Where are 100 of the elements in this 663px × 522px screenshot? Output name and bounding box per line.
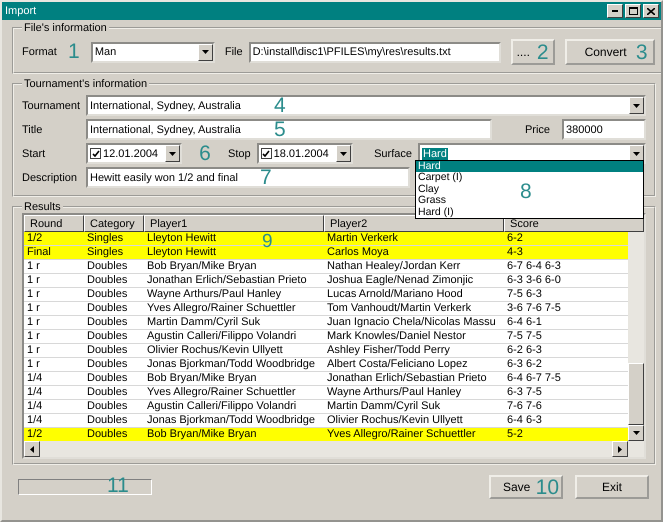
table-cell: 6-7 6-4 6-3 <box>507 260 561 272</box>
callout-number: 8 <box>520 181 532 203</box>
table-cell: Jonathan Erlich/Sebastian Prieto <box>147 274 307 286</box>
table-cell: 6-3 3-6 6-0 <box>507 274 561 286</box>
table-row[interactable]: 1 r Doubles Jonathan Erlich/Sebastian Prieto Joshua Eagle/Nenad Zimonjic 6-3 3-6 6-0 <box>24 274 628 288</box>
table-cell: Wayne Arthurs/Paul Hanley <box>147 288 282 300</box>
table-cell: 1 r <box>27 260 40 272</box>
left-arrow-icon <box>30 446 34 452</box>
file-path-field[interactable]: D:\install\disc1\PFILES\my\res\results.txt <box>248 42 501 62</box>
column-header[interactable]: Player1 <box>144 215 324 232</box>
dropdown-option[interactable]: Clay <box>416 184 442 196</box>
table-cell: Lleyton Hewitt <box>147 246 216 258</box>
dropdown-option[interactable]: Hard <box>416 161 643 172</box>
table-row[interactable]: 1 r Doubles Agustin Calleri/Filippo Volandri Mark Knowles/Daniel Nestor 7-5 7-5 <box>24 330 628 344</box>
price-field[interactable]: 380000 <box>562 119 646 140</box>
minimize-button[interactable] <box>607 4 623 18</box>
table-row[interactable]: 1/4 Doubles Yves Allegro/Rainer Schuettler Wayne Arthurs/Paul Hanley 6-3 7-5 <box>24 386 628 400</box>
table-cell: 1 r <box>27 288 40 300</box>
group-title: Results <box>23 201 62 213</box>
table-cell: Juan Ignacio Chela/Nicolas Massu <box>327 316 496 328</box>
callout-number: 4 <box>274 95 286 117</box>
callout-number: 3 <box>636 42 648 64</box>
exit-button[interactable]: Exit <box>575 475 649 499</box>
group-title: File's information <box>23 22 108 34</box>
table-cell: Carlos Moya <box>327 246 389 258</box>
maximize-icon <box>628 7 638 15</box>
convert-button[interactable]: Convert 3 <box>564 39 655 65</box>
description-field[interactable]: Hewitt easily won 1/2 and final 7 <box>86 167 410 188</box>
callout-number: 11 <box>107 475 129 497</box>
tournament-dropdown[interactable]: International, Sydney, Australia 4 <box>86 95 646 116</box>
dropdown-option[interactable]: Carpet (I) <box>416 172 464 184</box>
price-label: Price <box>524 124 550 136</box>
table-row[interactable]: 1 r Doubles Olivier Rochus/Kevin Ullyett Ashley Fisher/Todd Perry 6-2 6-3 <box>24 344 628 358</box>
dropdown-option[interactable]: Grass <box>416 195 448 207</box>
close-button[interactable] <box>643 4 659 18</box>
table-row[interactable]: 1 r Doubles Wayne Arthurs/Paul Hanley Lucas Arnold/Mariano Hood 7-5 6-3 <box>24 288 628 302</box>
down-arrow-icon <box>202 50 209 54</box>
down-arrow-icon <box>633 152 640 156</box>
table-cell: Martin Damm/Cyril Suk <box>327 400 440 412</box>
table-row[interactable]: Final Singles Lleyton Hewitt Carlos Moya 4-3 <box>24 246 628 260</box>
browse-button[interactable]: .... 2 <box>510 39 555 65</box>
table-row[interactable]: 1/4 Doubles Bob Bryan/Mike Bryan Jonathan Erlich/Sebastian Prieto 6-4 6-7 7-5 <box>24 372 628 386</box>
dropdown-option[interactable]: Hard (I) <box>416 206 456 218</box>
table-cell: 3-6 7-6 7-5 <box>507 302 561 314</box>
table-cell: Mark Knowles/Daniel Nestor <box>327 330 466 342</box>
table-row[interactable]: 1 r Doubles Yves Allegro/Rainer Schuettler Tom Vanhoudt/Martin Verkerk 3-6 7-6 7-5 <box>24 302 628 316</box>
table-cell: Jonas Bjorkman/Todd Woodbridge <box>147 358 315 370</box>
table-cell: Jonathan Erlich/Sebastian Prieto <box>327 372 487 384</box>
table-cell: Joshua Eagle/Nenad Zimonjic <box>327 274 474 286</box>
description-label: Description <box>22 172 78 184</box>
table-cell: 1 r <box>27 316 40 328</box>
date-picker[interactable]: 12.01.2004 <box>86 143 182 164</box>
table-cell: Singles <box>87 232 124 244</box>
table-row[interactable]: 1 r Doubles Bob Bryan/Mike Bryan Nathan Healey/Jordan Kerr 6-7 6-4 6-3 <box>24 260 628 274</box>
format-dropdown[interactable]: Man <box>90 42 215 62</box>
table-cell: Doubles <box>87 330 128 342</box>
dropdown-button[interactable] <box>165 145 180 162</box>
vertical-scrollbar[interactable] <box>628 232 644 441</box>
group-title: Tournament's information <box>23 78 148 90</box>
table-cell: 1 r <box>27 344 40 356</box>
table-row[interactable]: 1 r Doubles Martin Damm/Cyril Suk Juan Ignacio Chela/Nicolas Massu 6-4 6-1 <box>24 316 628 330</box>
date-checkbox[interactable] <box>90 148 101 159</box>
title-field[interactable]: International, Sydney, Australia 5 <box>86 119 492 140</box>
table-cell: Doubles <box>87 302 128 314</box>
horizontal-scrollbar[interactable] <box>24 441 644 457</box>
right-arrow-icon <box>618 446 622 452</box>
dropdown-button[interactable] <box>629 97 644 114</box>
table-cell: Doubles <box>87 260 128 272</box>
check-icon <box>262 150 270 158</box>
table-row[interactable]: 1/2 Doubles Bob Bryan/Mike Bryan Yves Allegro/Rainer Schuettler 5-2 <box>24 428 628 441</box>
table-cell: 6-4 6-3 <box>507 414 542 426</box>
table-cell: 6-4 6-1 <box>507 316 542 328</box>
table-cell: 6-2 <box>507 232 523 244</box>
column-header[interactable]: Category <box>84 215 144 232</box>
dropdown-button[interactable] <box>336 145 351 162</box>
table-cell: Lleyton Hewitt <box>147 232 216 244</box>
tournament-label: Tournament <box>22 100 80 112</box>
window-title: Import <box>5 5 36 17</box>
table-cell: 1/4 <box>27 414 42 426</box>
maximize-button[interactable] <box>625 4 641 18</box>
table-cell: 1 r <box>27 330 40 342</box>
save-button[interactable]: Save 10 <box>489 475 563 499</box>
table-cell: Doubles <box>87 400 128 412</box>
table-cell: 6-2 6-3 <box>507 344 542 356</box>
date-checkbox[interactable] <box>260 148 272 159</box>
table-cell: Bob Bryan/Mike Bryan <box>147 260 256 272</box>
dropdown-button[interactable] <box>198 44 213 60</box>
date-picker[interactable]: 18.01.2004 <box>256 143 353 164</box>
table-cell: Martin Damm/Cyril Suk <box>147 316 260 328</box>
column-header[interactable]: Round <box>24 215 84 232</box>
table-cell: 6-3 7-5 <box>507 386 542 398</box>
table-cell: Tom Vanhoudt/Martin Verkerk <box>327 302 472 314</box>
table-cell: Bob Bryan/Mike Bryan <box>147 372 256 384</box>
table-cell: 7-5 6-3 <box>507 288 542 300</box>
check-icon <box>92 150 100 158</box>
table-row[interactable]: 1 r Doubles Jonas Bjorkman/Todd Woodbridge Albert Costa/Feliciano Lopez 6-3 6-2 <box>24 358 628 372</box>
table-row[interactable]: 1/4 Doubles Agustin Calleri/Filippo Volandri Martin Damm/Cyril Suk 7-6 7-6 <box>24 400 628 414</box>
close-icon <box>647 8 655 14</box>
table-cell: Doubles <box>87 358 128 370</box>
table-cell: Martin Verkerk <box>327 232 398 244</box>
